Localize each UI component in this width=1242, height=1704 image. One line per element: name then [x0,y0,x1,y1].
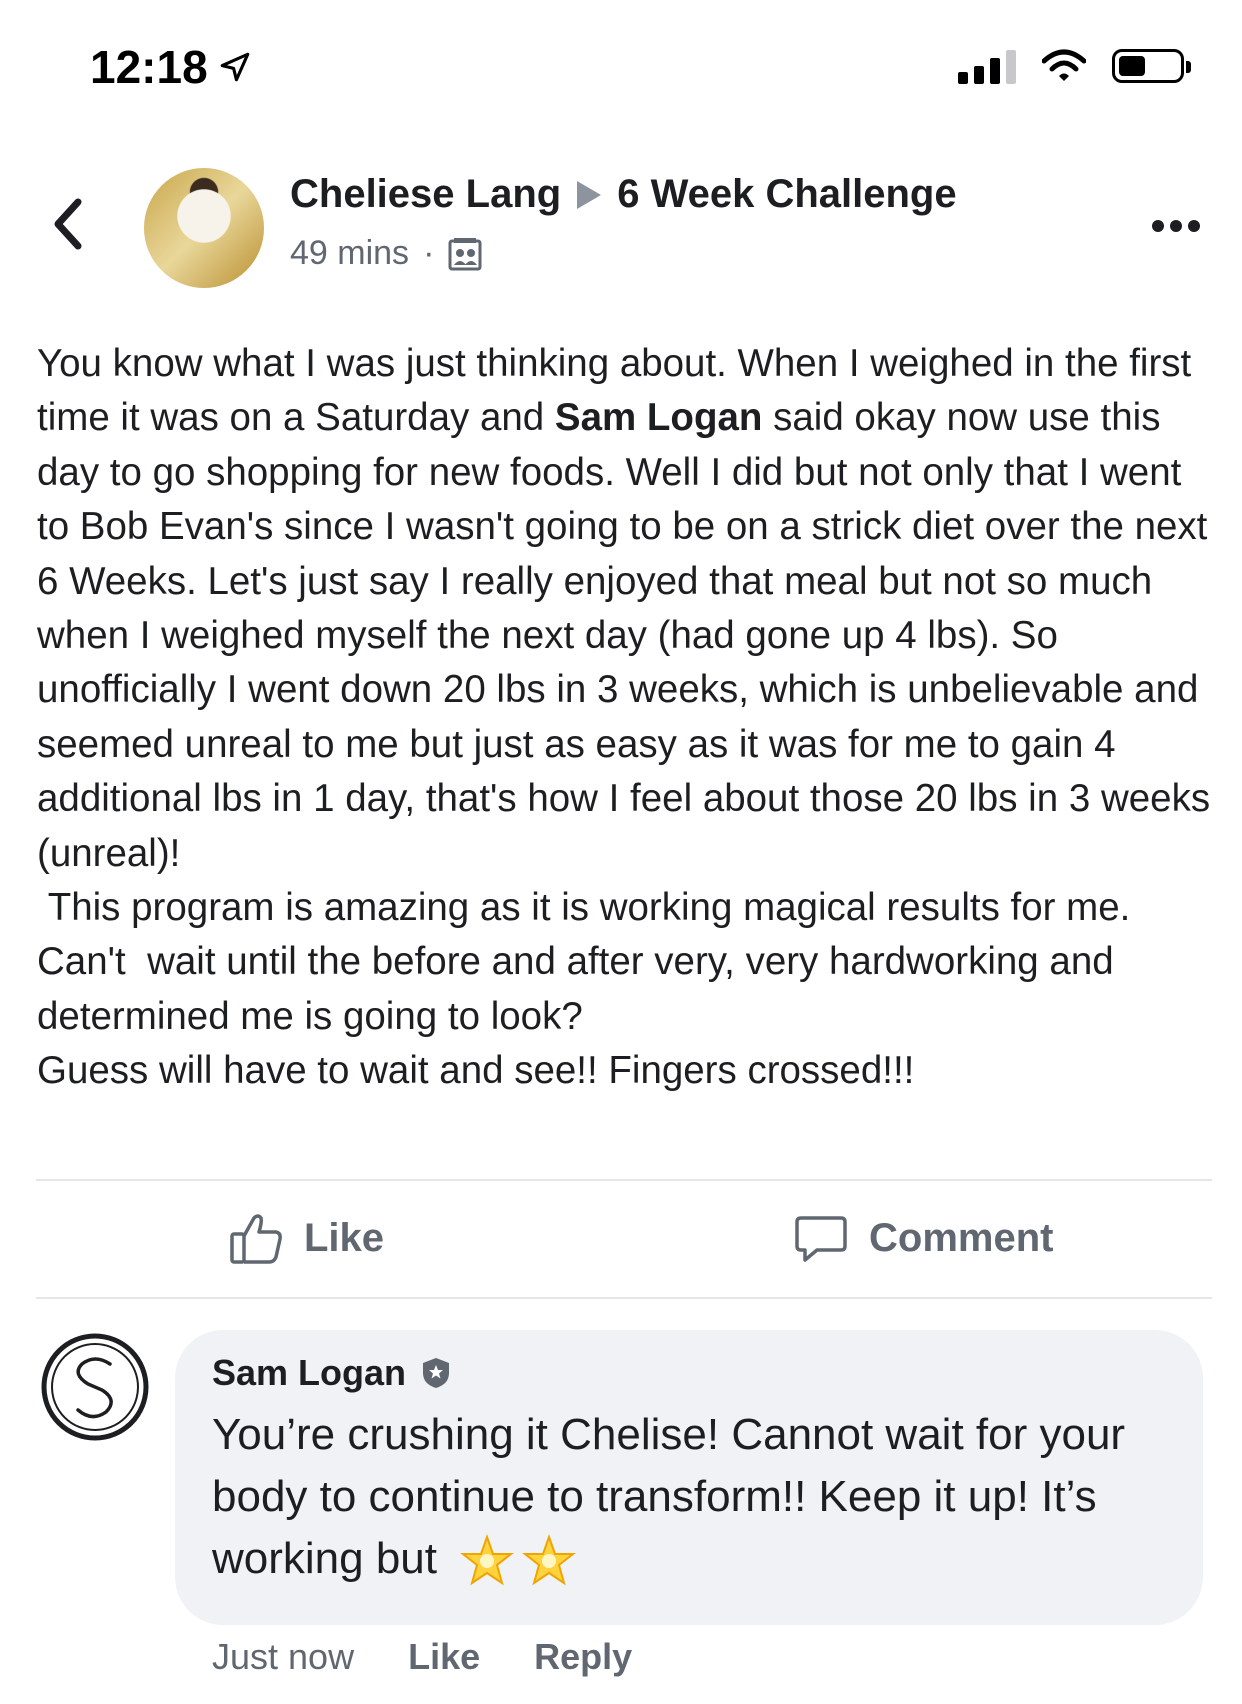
dot-icon [1188,220,1200,232]
post-text-part-2: said okay now use this day to go shoppin… [37,396,1211,1093]
commenter-name[interactable]: Sam Logan [212,1352,406,1394]
like-button[interactable]: Like [228,1210,384,1266]
brand-logo-icon [41,1333,149,1441]
group-name[interactable]: 6 Week Challenge [617,172,956,217]
back-button[interactable] [48,196,88,257]
location-arrow-icon [220,52,249,82]
glowing-star-emoji [459,1533,577,1589]
admin-badge-icon [423,1358,450,1388]
comment-body: You’re crushing it Chelise! Cannot wait … [212,1410,1126,1583]
wifi-icon [1042,49,1086,81]
divider-top [36,1179,1212,1181]
status-time: 12:18 [90,40,252,94]
cellular-signal-icon [958,48,1016,84]
comment-button[interactable]: Comment [793,1210,1053,1266]
post-text: You know what I was just thinking about.… [37,337,1217,1099]
divider-bottom [36,1297,1212,1299]
glowing-star-icon [460,1534,515,1586]
comment-reply-button[interactable]: Reply [534,1636,632,1678]
post-timestamp[interactable]: 49 mins [290,234,409,273]
status-indicators [958,48,1191,84]
dot-icon [1152,220,1164,232]
post-meta: 49 mins · [290,234,482,273]
commenter-avatar[interactable] [40,1332,150,1442]
status-time-text: 12:18 [90,41,208,93]
commenter-name-row: Sam Logan [212,1352,452,1394]
comment-bubble-icon [795,1216,847,1262]
post-header-title: Cheliese Lang 6 Week Challenge [290,172,957,217]
meta-separator: · [423,234,435,272]
comment-meta: Just now Like Reply [212,1636,632,1678]
author-avatar[interactable] [144,168,264,288]
comment-time[interactable]: Just now [212,1636,354,1678]
comment-label: Comment [869,1215,1054,1260]
like-label: Like [304,1215,385,1260]
mention-link[interactable]: Sam Logan [555,396,763,439]
group-members-icon [448,237,482,270]
arrow-right-icon [577,180,602,209]
dot-icon [1170,220,1182,232]
chevron-left-icon [54,198,82,250]
battery-icon [1112,49,1191,83]
glowing-star-icon [522,1534,577,1586]
more-options-button[interactable] [1152,220,1200,232]
thumbs-up-icon [230,1214,282,1264]
comment-text: You’re crushing it Chelise! Cannot wait … [212,1404,1202,1590]
author-name[interactable]: Cheliese Lang [290,172,561,217]
comment-like-button[interactable]: Like [408,1636,480,1678]
